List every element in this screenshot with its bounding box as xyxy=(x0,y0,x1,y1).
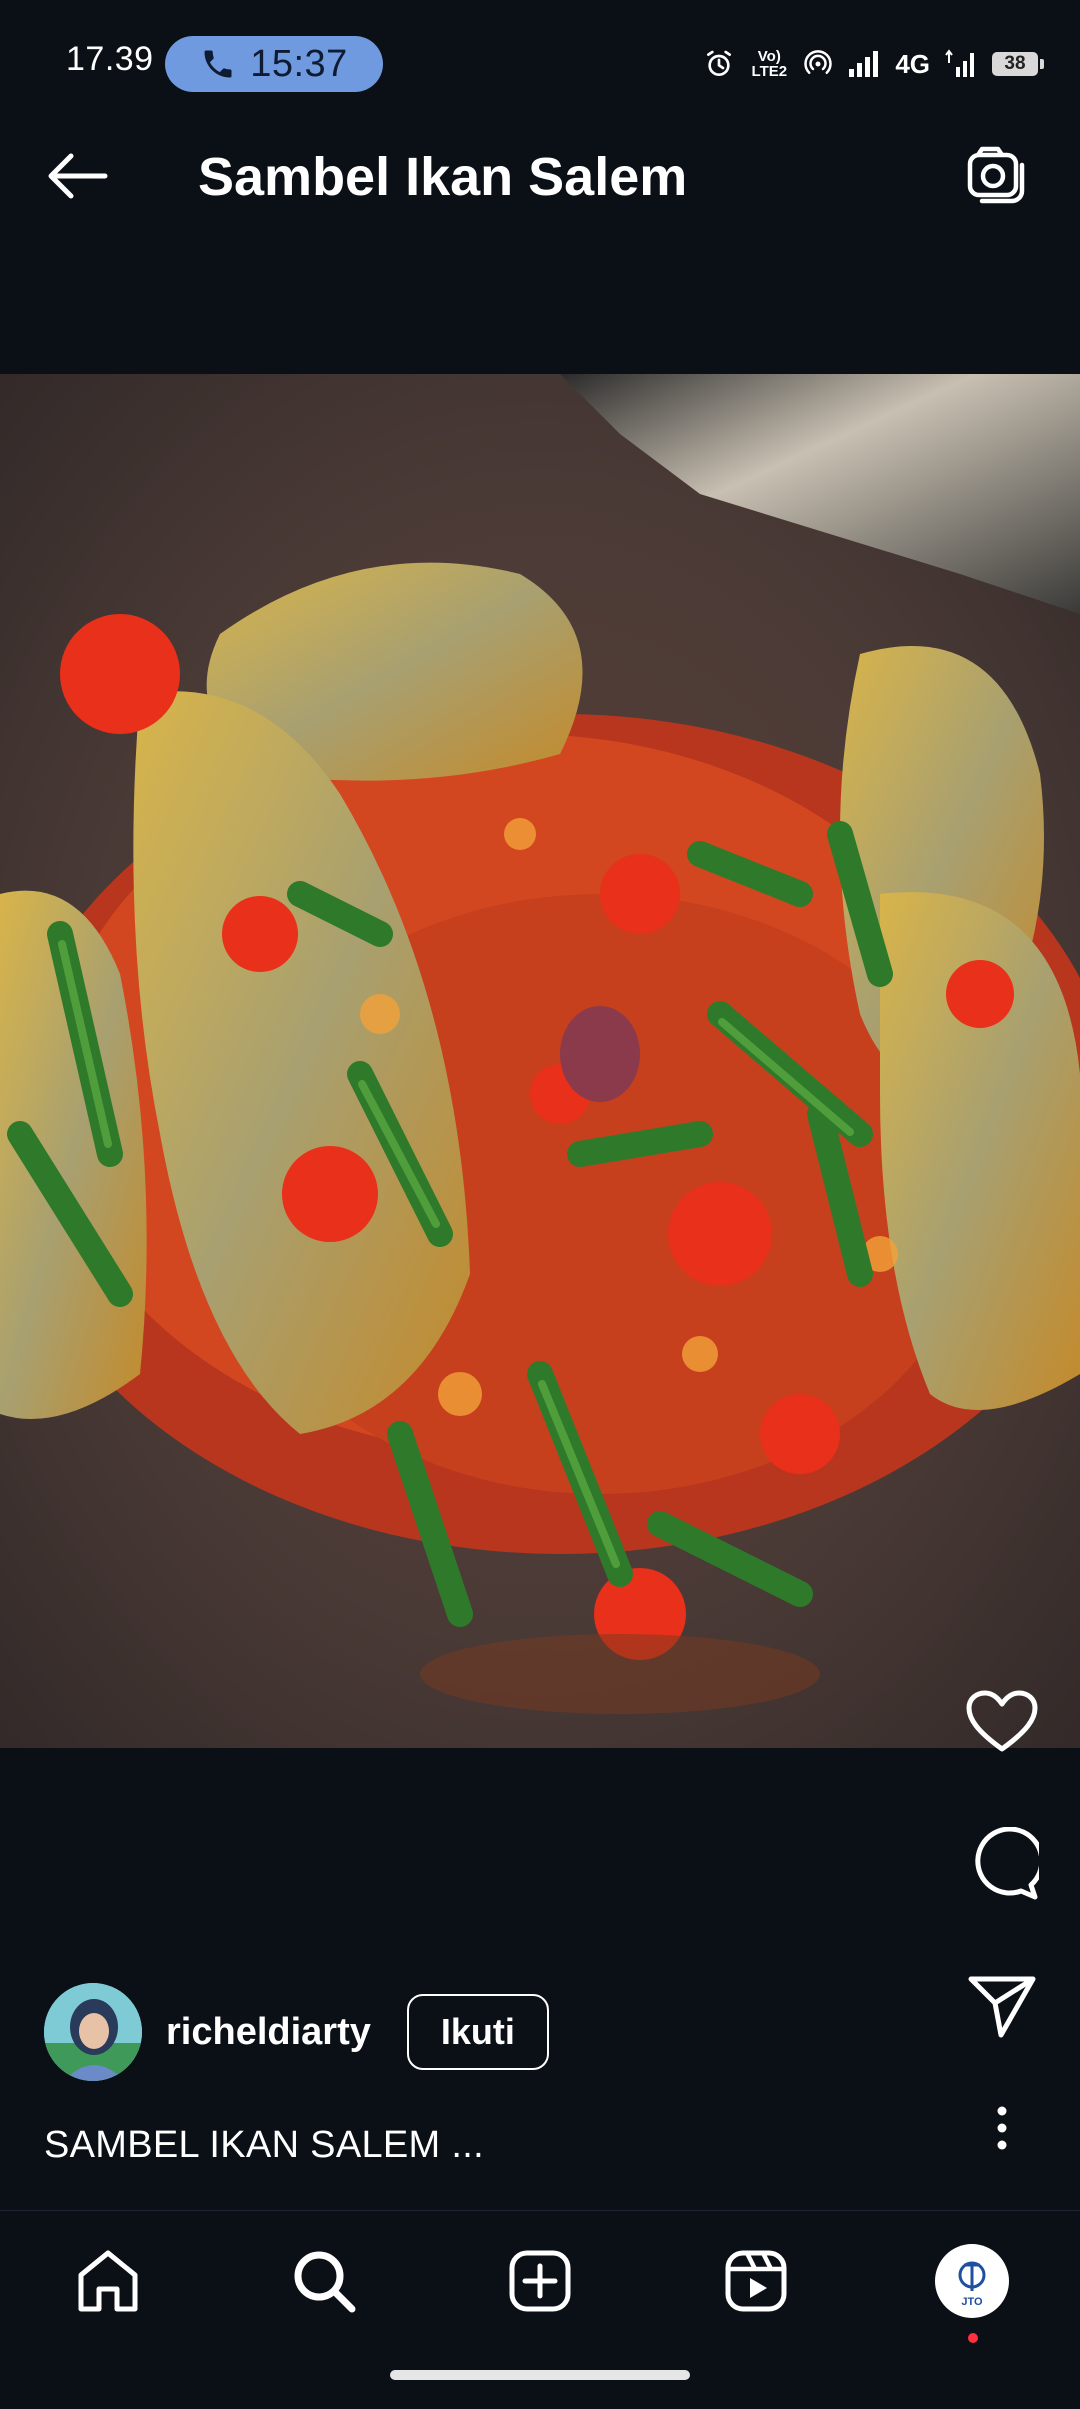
signal-icon xyxy=(849,51,879,77)
post-caption[interactable]: SAMBEL IKAN SALEM ... xyxy=(44,2124,484,2167)
profile-logo-text: JTO xyxy=(961,2296,983,2308)
status-bar: 17.39 15:37 Vo) LTE2 4G 38 xyxy=(0,0,1080,100)
camera-button[interactable] xyxy=(964,142,1030,208)
like-button[interactable] xyxy=(964,1684,1040,1760)
food-photo xyxy=(0,374,1080,1748)
more-options-button[interactable] xyxy=(964,2090,1040,2166)
home-icon xyxy=(78,2250,138,2312)
avatar[interactable] xyxy=(44,1983,142,2081)
author-username[interactable]: richeldiarty xyxy=(166,2011,371,2054)
alarm-icon xyxy=(707,50,732,76)
header: Sambel Ikan Salem xyxy=(0,100,1080,250)
hotspot-icon xyxy=(804,50,832,74)
paper-plane-icon xyxy=(968,1976,1036,2038)
comment-button[interactable] xyxy=(964,1826,1040,1902)
home-indicator[interactable] xyxy=(390,2370,690,2380)
back-button[interactable] xyxy=(42,146,112,206)
profile-logo: JTO xyxy=(958,2261,986,2308)
more-vertical-icon xyxy=(997,2106,1007,2150)
volte-label: Vo) LTE2 xyxy=(751,48,788,80)
arrow-left-icon xyxy=(48,153,108,199)
signal-icon-2 xyxy=(945,49,974,77)
nav-reels[interactable] xyxy=(716,2241,796,2321)
comment-bubble-icon xyxy=(975,1827,1039,1900)
volte-indicator: Vo) LTE2 xyxy=(749,49,789,79)
call-duration: 15:37 xyxy=(250,42,348,85)
user-avatar-photo xyxy=(44,1983,142,2081)
status-time: 17.39 xyxy=(66,40,154,78)
share-button[interactable] xyxy=(964,1968,1040,2044)
notification-dot xyxy=(968,2333,978,2343)
reels-icon xyxy=(725,2250,787,2312)
heart-outline-icon xyxy=(966,1690,1038,1752)
nav-create[interactable] xyxy=(500,2241,580,2321)
post-author: richeldiarty Ikuti xyxy=(44,1982,549,2082)
profile-avatar-icon: JTO xyxy=(935,2244,1009,2318)
ongoing-call-pill[interactable]: 15:37 xyxy=(165,36,383,92)
phone-icon xyxy=(204,50,232,78)
search-icon xyxy=(294,2251,356,2313)
create-post-icon xyxy=(509,2250,571,2312)
nav-search[interactable] xyxy=(284,2241,364,2321)
nav-profile[interactable]: JTO xyxy=(932,2241,1012,2343)
network-type: 4G xyxy=(895,48,930,79)
battery-level: 38 xyxy=(1004,53,1026,74)
battery-indicator: 38 xyxy=(992,52,1044,76)
page-title: Sambel Ikan Salem xyxy=(198,147,688,207)
post-image[interactable] xyxy=(0,374,1080,1748)
status-icons: Vo) LTE2 4G 38 xyxy=(703,44,1044,84)
follow-button[interactable]: Ikuti xyxy=(406,1994,549,2070)
nav-home[interactable] xyxy=(68,2241,148,2321)
camera-icon xyxy=(967,146,1025,204)
